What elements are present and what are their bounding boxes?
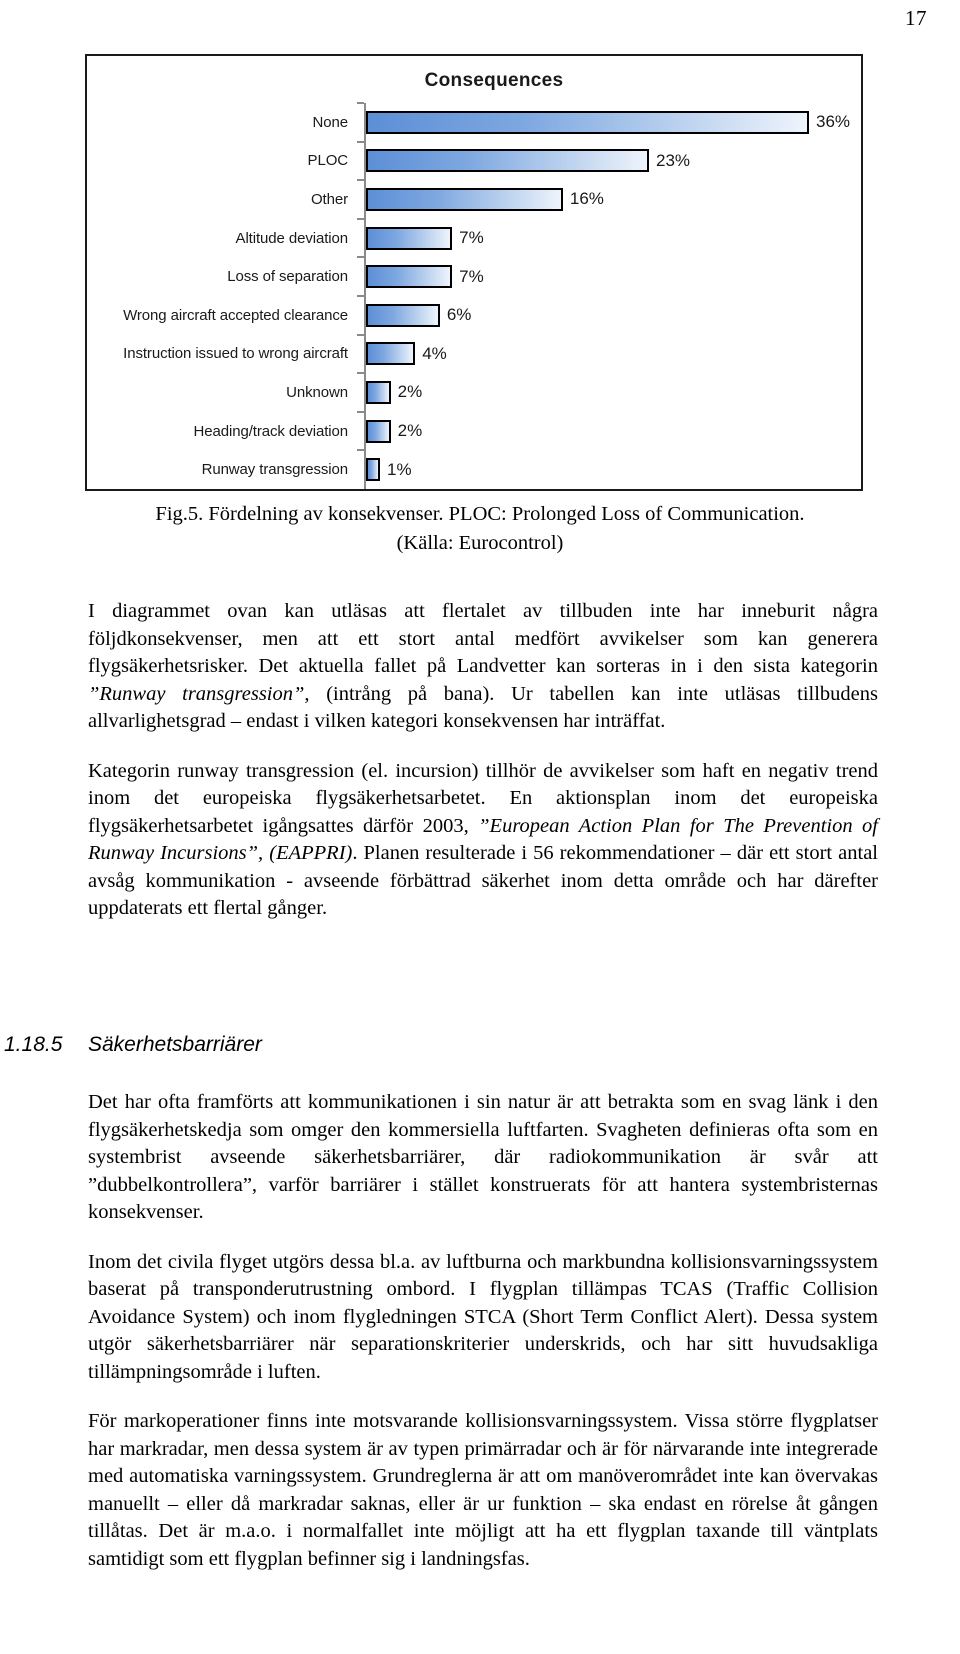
chart-bar (366, 265, 453, 289)
chart-bar-value-label: 36% (816, 112, 851, 132)
paragraph-eappri: Kategorin runway transgression (el. incu… (88, 758, 878, 923)
chart-bar-row: Other 16% (87, 179, 861, 219)
para1-italic-runway-transgression: ”Runway transgression” (88, 682, 305, 705)
page-number: 17 (905, 6, 927, 30)
chart-bar (366, 226, 453, 250)
chart-axis-tick (356, 217, 366, 258)
chart-bar (366, 303, 440, 327)
chart-category-label: Wrong aircraft accepted clearance (123, 306, 348, 324)
chart-bar (366, 110, 809, 134)
chart-bar (366, 419, 391, 443)
chart-axis-tick (356, 294, 366, 335)
chart-category-label: Loss of separation (227, 268, 348, 286)
figure-caption-line-2: (Källa: Eurocontrol) (396, 532, 564, 554)
body-text-block-upper: I diagrammet ovan kan utläsas att flerta… (88, 598, 878, 923)
chart-category-label: Runway transgression (201, 461, 349, 479)
chart-category-label: PLOC (307, 152, 349, 170)
chart-bar-area: 7% (366, 219, 861, 258)
para1-part-a: I diagrammet ovan kan utläsas att flerta… (88, 600, 878, 677)
chart-category-label: Heading/track deviation (193, 422, 349, 440)
chart-bar-row: PLOC 23% (87, 140, 861, 181)
section-heading-number: 1.18.5 (4, 1033, 63, 1056)
chart-category-label: Instruction issued to wrong aircraft (123, 345, 348, 363)
body-text-block-lower: Det har ofta framförts att kommunikation… (88, 1089, 878, 1573)
chart-bar-row: Heading/track deviation 2% (87, 410, 861, 451)
paragraph-tcas-stca: Inom det civila flyget utgörs dessa bl.a… (88, 1250, 878, 1383)
paragraph-ground-operations: För markoperationer finns inte motsvaran… (88, 1410, 878, 1570)
chart-bar-row: Loss of separation 7% (87, 256, 861, 296)
chart-bar-area: 36% (366, 103, 861, 142)
chart-bar-row: Unknown 2% (87, 372, 861, 412)
chart-title: Consequences (424, 70, 564, 91)
chart-bar-value-label: 1% (387, 459, 412, 479)
chart-category-label: Other (310, 190, 348, 208)
chart-bar-area: 4% (366, 335, 861, 374)
chart-bar-area: 16% (366, 180, 861, 219)
figure-caption: Fig.5. Fördelning av konsekvenser. PLOC:… (85, 500, 875, 558)
chart-bar-value-label: 2% (397, 382, 423, 402)
chart-category-label: None (312, 113, 349, 131)
chart-bar-value-label: 16% (569, 189, 604, 209)
chart-axis-tick (356, 102, 366, 142)
para2-italic-eappri-abbrev: (EAPPRI) (269, 842, 353, 864)
section-heading-sakerhetsbarriarer: 1.18.5 Säkerhetsbarriärer (4, 1033, 884, 1057)
chart-bar-area: 7% (366, 257, 861, 296)
chart-plot-area: None 36% PLOC 23% Other 16% Altitude deviation… (87, 102, 861, 489)
chart-bar-value-label: 23% (656, 150, 691, 170)
chart-axis-tick (356, 410, 366, 451)
chart-bar (366, 149, 650, 173)
chart-bar (366, 380, 391, 404)
chart-bar (366, 187, 563, 211)
chart-axis-tick (356, 140, 366, 181)
chart-axis-tick (356, 333, 366, 374)
paragraph-diagram-reading: I diagrammet ovan kan utläsas att flerta… (88, 598, 878, 736)
chart-category-label: Unknown (286, 383, 348, 401)
chart-category-label: Altitude deviation (235, 229, 349, 247)
chart-bar-area: 2% (366, 373, 861, 412)
chart-bar-area: 6% (366, 296, 861, 335)
chart-axis-tick (356, 179, 366, 219)
chart-axis-tick (356, 372, 366, 412)
chart-bar-row: Wrong aircraft accepted clearance 6% (87, 294, 861, 335)
chart-bar-area: 2% (366, 412, 861, 451)
chart-bar-area: 1% (366, 450, 861, 489)
section-heading-title: Säkerhetsbarriärer (88, 1033, 262, 1056)
chart-bar (366, 458, 380, 482)
chart-bar-value-label: 4% (422, 343, 447, 363)
chart-axis-tick (356, 449, 366, 489)
chart-bar-value-label: 7% (459, 266, 484, 286)
chart-bar (366, 342, 416, 366)
chart-bar-area: 23% (366, 142, 861, 181)
chart-bar-row: None 36% (87, 102, 861, 142)
chart-axis-tick (356, 256, 366, 296)
chart-bar-row: Instruction issued to wrong aircraft 4% (87, 333, 861, 374)
chart-bar-value-label: 2% (397, 421, 423, 441)
chart-bar-value-label: 7% (459, 228, 484, 248)
chart-bar-value-label: 6% (446, 305, 472, 325)
paragraph-communication-weak-link: Det har ofta framförts att kommunikation… (88, 1091, 878, 1223)
figure-caption-line-1: Fig.5. Fördelning av konsekvenser. PLOC:… (155, 503, 805, 525)
chart-bar-row: Runway transgression 1% (87, 449, 861, 489)
figure-chart-frame: Consequences None 36% PLOC 23% Other 16% Altit… (85, 54, 863, 491)
chart-bar-row: Altitude deviation 7% (87, 217, 861, 258)
